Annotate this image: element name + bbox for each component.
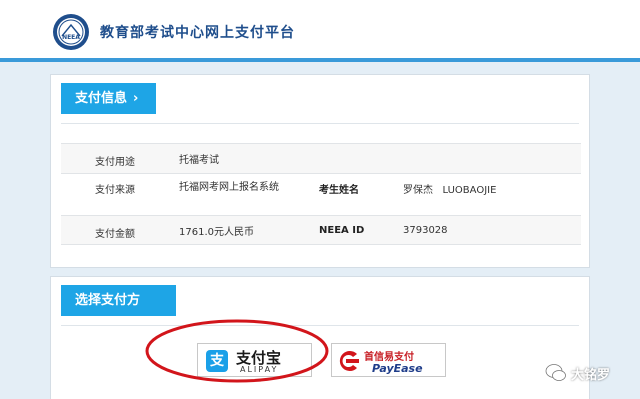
- table-row: 支付用途 托福考试: [61, 143, 581, 173]
- chevron-right-icon: ›: [94, 324, 100, 339]
- payment-info-tab[interactable]: 支付信息 ›: [61, 83, 156, 114]
- row-label: 支付用途: [95, 157, 135, 168]
- chevron-right-icon: ›: [133, 91, 139, 106]
- logo-text: NEEA: [62, 34, 80, 41]
- row-label: 支付金额: [95, 229, 135, 240]
- row-value: 托福网考网上报名系统: [179, 182, 279, 193]
- payment-info-tab-label: 支付信息: [75, 91, 128, 106]
- row-label: 支付来源: [95, 185, 135, 196]
- site-title: 教育部考试中心网上支付平台: [100, 25, 295, 41]
- payment-method-tab-label: 选择支付方式: [75, 293, 141, 339]
- row-value-2: 罗保杰 LUOBAOJIE: [403, 185, 497, 196]
- table-row: 支付金额 1761.0元人民币 NEEA ID 3793028: [61, 215, 581, 245]
- row-label-2: 考生姓名: [319, 185, 359, 196]
- row-label-2: NEEA ID: [319, 225, 365, 236]
- site-header: NEEA 教育部考试中心网上支付平台: [0, 0, 640, 62]
- row-value-2: 3793028: [403, 225, 448, 236]
- wechat-icon: [545, 364, 566, 381]
- highlight-circle: [145, 319, 329, 383]
- payease-logo-icon: [339, 351, 359, 371]
- neea-logo-icon: NEEA: [53, 14, 89, 50]
- payease-subtitle: PayEase: [372, 362, 423, 375]
- row-value: 1761.0元人民币: [179, 227, 254, 238]
- watermark-text: 大铭罗: [571, 368, 611, 383]
- payment-info-table: 支付用途 托福考试 支付来源 托福网考网上报名系统 考生姓名 罗保杰 LUOBA…: [61, 143, 581, 245]
- payment-info-panel: 支付信息 › 支付用途 托福考试 支付来源 托福网考网上报名系统 考生姓名 罗保杰…: [50, 74, 590, 268]
- row-value: 托福考试: [179, 155, 219, 166]
- divider: [61, 123, 579, 124]
- table-row: 支付来源 托福网考网上报名系统 考生姓名 罗保杰 LUOBAOJIE: [61, 173, 581, 215]
- payease-option[interactable]: 首信易支付 PayEase: [331, 343, 446, 377]
- payment-method-tab[interactable]: 选择支付方式 ›: [61, 285, 176, 339]
- payease-name: 首信易支付: [364, 352, 414, 363]
